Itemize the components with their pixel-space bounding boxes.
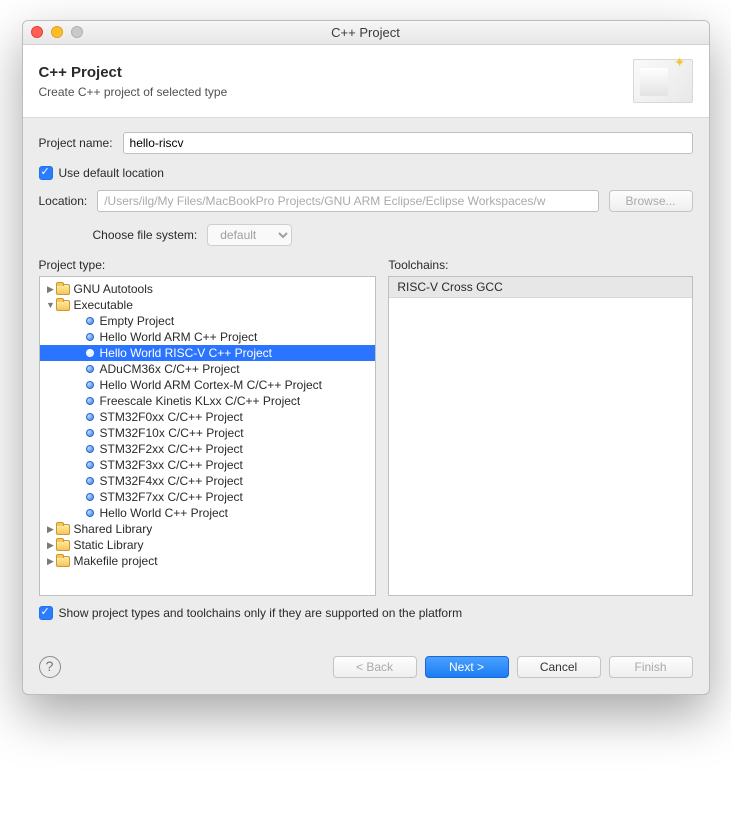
tree-item-arm[interactable]: Hello World ARM C++ Project <box>40 329 376 345</box>
filesystem-row: Choose file system: default <box>39 224 693 246</box>
toolchains-list[interactable]: RISC-V Cross GCC <box>388 276 692 596</box>
tree-item-cortex[interactable]: Hello World ARM Cortex-M C/C++ Project <box>40 377 376 393</box>
back-button: < Back <box>333 656 417 678</box>
tree-item-empty[interactable]: Empty Project <box>40 313 376 329</box>
folder-icon <box>56 524 70 535</box>
project-template-icon <box>86 509 94 517</box>
wizard-header: C++ Project Create C++ project of select… <box>23 45 709 118</box>
toolchains-label: Toolchains: <box>388 258 692 272</box>
wizard-body: Project name: Use default location Locat… <box>23 118 709 628</box>
chevron-right-icon[interactable]: ▶ <box>46 521 56 537</box>
project-template-icon <box>86 397 94 405</box>
wizard-icon: ✦ <box>633 59 693 103</box>
finish-button: Finish <box>609 656 693 678</box>
project-template-icon <box>86 317 94 325</box>
tree-item-f0[interactable]: STM32F0xx C/C++ Project <box>40 409 376 425</box>
location-row: Location: Browse... <box>39 190 693 212</box>
default-location-label: Use default location <box>59 166 164 180</box>
chevron-right-icon[interactable]: ▶ <box>46 553 56 569</box>
project-template-icon <box>86 493 94 501</box>
window-controls <box>31 26 83 38</box>
supported-checkbox[interactable] <box>39 606 53 620</box>
chevron-right-icon[interactable]: ▶ <box>46 281 56 297</box>
filesystem-select: default <box>207 224 292 246</box>
project-template-icon <box>86 429 94 437</box>
chevron-down-icon[interactable]: ▼ <box>46 297 56 313</box>
help-icon[interactable]: ? <box>39 656 61 678</box>
tree-item-f7[interactable]: STM32F7xx C/C++ Project <box>40 489 376 505</box>
project-template-icon <box>86 365 94 373</box>
project-template-icon <box>86 381 94 389</box>
tree-cat-autotools[interactable]: ▶ GNU Autotools <box>40 281 376 297</box>
supported-row: Show project types and toolchains only i… <box>39 606 693 620</box>
project-template-icon <box>86 349 94 357</box>
project-template-icon <box>86 413 94 421</box>
location-input <box>97 190 598 212</box>
tree-item-riscv[interactable]: Hello World RISC-V C++ Project <box>40 345 376 361</box>
project-name-label: Project name: <box>39 136 113 150</box>
window-title: C++ Project <box>331 25 400 40</box>
titlebar[interactable]: C++ Project <box>23 21 709 45</box>
tree-item-f3[interactable]: STM32F3xx C/C++ Project <box>40 457 376 473</box>
project-type-tree[interactable]: ▶ GNU Autotools ▼ Executable Empty Proje… <box>39 276 377 596</box>
tree-cat-static[interactable]: ▶ Static Library <box>40 537 376 553</box>
project-template-icon <box>86 445 94 453</box>
tree-cat-makefile[interactable]: ▶ Makefile project <box>40 553 376 569</box>
filesystem-label: Choose file system: <box>93 228 198 242</box>
close-icon[interactable] <box>31 26 43 38</box>
tree-cat-executable[interactable]: ▼ Executable <box>40 297 376 313</box>
tree-item-kinetis[interactable]: Freescale Kinetis KLxx C/C++ Project <box>40 393 376 409</box>
project-type-col: Project type: ▶ GNU Autotools ▼ Executab… <box>39 258 377 596</box>
default-location-checkbox[interactable] <box>39 166 53 180</box>
project-type-label: Project type: <box>39 258 377 272</box>
cancel-button[interactable]: Cancel <box>517 656 601 678</box>
folder-icon <box>56 300 70 311</box>
folder-icon <box>56 556 70 567</box>
location-label: Location: <box>39 194 88 208</box>
project-template-icon <box>86 477 94 485</box>
browse-button: Browse... <box>609 190 693 212</box>
folder-icon <box>56 540 70 551</box>
next-button[interactable]: Next > <box>425 656 509 678</box>
zoom-icon <box>71 26 83 38</box>
tree-cat-shared[interactable]: ▶ Shared Library <box>40 521 376 537</box>
default-location-row: Use default location <box>39 166 693 180</box>
wizard-footer: ? < Back Next > Cancel Finish <box>23 628 709 694</box>
folder-icon <box>56 284 70 295</box>
tree-item-hw[interactable]: Hello World C++ Project <box>40 505 376 521</box>
wizard-heading: C++ Project <box>39 64 228 81</box>
columns: Project type: ▶ GNU Autotools ▼ Executab… <box>39 258 693 596</box>
minimize-icon[interactable] <box>51 26 63 38</box>
tree-item-f2[interactable]: STM32F2xx C/C++ Project <box>40 441 376 457</box>
toolchain-item[interactable]: RISC-V Cross GCC <box>389 277 691 298</box>
tree-item-aducm[interactable]: ADuCM36x C/C++ Project <box>40 361 376 377</box>
chevron-right-icon[interactable]: ▶ <box>46 537 56 553</box>
tree-item-f1[interactable]: STM32F10x C/C++ Project <box>40 425 376 441</box>
wizard-subheading: Create C++ project of selected type <box>39 85 228 99</box>
supported-label: Show project types and toolchains only i… <box>59 606 463 620</box>
dialog-window: C++ Project C++ Project Create C++ proje… <box>22 20 710 695</box>
toolchains-col: Toolchains: RISC-V Cross GCC <box>388 258 692 596</box>
tree-item-f4[interactable]: STM32F4xx C/C++ Project <box>40 473 376 489</box>
project-template-icon <box>86 461 94 469</box>
project-name-row: Project name: <box>39 132 693 154</box>
project-name-input[interactable] <box>123 132 693 154</box>
project-template-icon <box>86 333 94 341</box>
